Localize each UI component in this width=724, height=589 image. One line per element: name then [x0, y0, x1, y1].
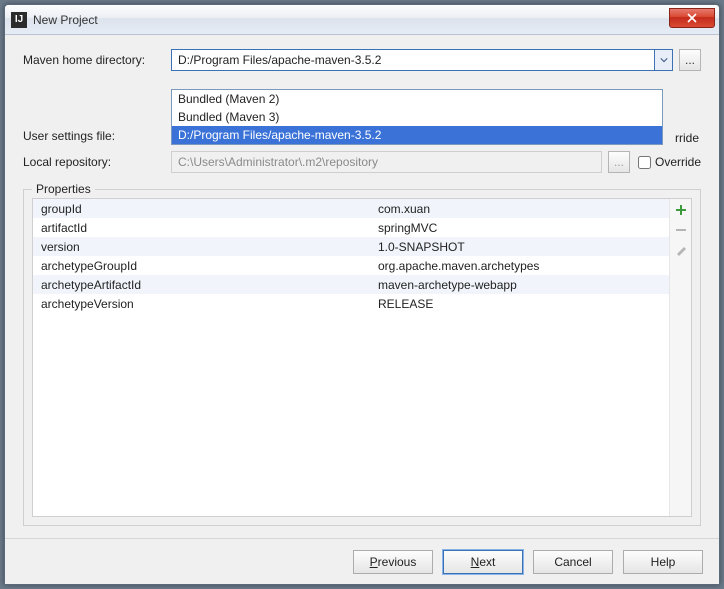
local-repo-browse-button[interactable]: ...: [608, 151, 630, 173]
footer: Previous Next Cancel Help: [5, 538, 719, 584]
close-button[interactable]: [669, 8, 715, 28]
properties-table[interactable]: groupIdcom.xuan artifactIdspringMVC vers…: [33, 199, 669, 516]
override-label-partial: rride: [675, 131, 699, 145]
override-label: Override: [655, 155, 701, 169]
dropdown-item[interactable]: Bundled (Maven 3): [172, 108, 662, 126]
local-repo-label: Local repository:: [23, 155, 171, 169]
edit-icon[interactable]: [674, 243, 688, 257]
properties-group: Properties groupIdcom.xuan artifactIdspr…: [23, 189, 701, 526]
help-button[interactable]: Help: [623, 550, 703, 574]
table-row[interactable]: artifactIdspringMVC: [33, 218, 669, 237]
maven-home-label: Maven home directory:: [23, 53, 171, 67]
override-checkbox-input[interactable]: [638, 156, 651, 169]
cancel-button[interactable]: Cancel: [533, 550, 613, 574]
dropdown-item[interactable]: Bundled (Maven 2): [172, 90, 662, 108]
properties-group-label: Properties: [32, 182, 95, 196]
local-repo-input: C:\Users\Administrator\.m2\repository: [171, 151, 602, 173]
maven-home-dropdown[interactable]: Bundled (Maven 2) Bundled (Maven 3) D:/P…: [171, 89, 663, 145]
table-row[interactable]: groupIdcom.xuan: [33, 199, 669, 218]
properties-table-container: groupIdcom.xuan artifactIdspringMVC vers…: [32, 198, 692, 517]
content-area: Maven home directory: D:/Program Files/a…: [5, 35, 719, 538]
properties-toolbar: [669, 199, 691, 516]
new-project-dialog: IJ New Project Maven home directory: D:/…: [4, 4, 720, 585]
remove-icon[interactable]: [674, 223, 688, 237]
table-row[interactable]: archetypeVersionRELEASE: [33, 294, 669, 313]
table-row[interactable]: archetypeArtifactIdmaven-archetype-webap…: [33, 275, 669, 294]
chevron-down-icon[interactable]: [654, 50, 672, 70]
window-title: New Project: [33, 13, 98, 27]
table-row[interactable]: version1.0-SNAPSHOT: [33, 237, 669, 256]
maven-home-value: D:/Program Files/apache-maven-3.5.2: [178, 53, 381, 67]
user-settings-label: User settings file:: [23, 129, 171, 143]
app-icon: IJ: [11, 12, 27, 28]
dropdown-item[interactable]: D:/Program Files/apache-maven-3.5.2: [172, 126, 662, 144]
local-repo-override-checkbox[interactable]: Override: [638, 155, 701, 169]
maven-home-row: Maven home directory: D:/Program Files/a…: [23, 49, 701, 71]
previous-button[interactable]: Previous: [353, 550, 433, 574]
titlebar[interactable]: IJ New Project: [5, 5, 719, 35]
add-icon[interactable]: [674, 203, 688, 217]
table-row[interactable]: archetypeGroupIdorg.apache.maven.archety…: [33, 256, 669, 275]
maven-home-browse-button[interactable]: ...: [679, 49, 701, 71]
local-repo-row: Local repository: C:\Users\Administrator…: [23, 151, 701, 173]
maven-home-combobox[interactable]: D:/Program Files/apache-maven-3.5.2: [171, 49, 673, 71]
next-button[interactable]: Next: [443, 550, 523, 574]
